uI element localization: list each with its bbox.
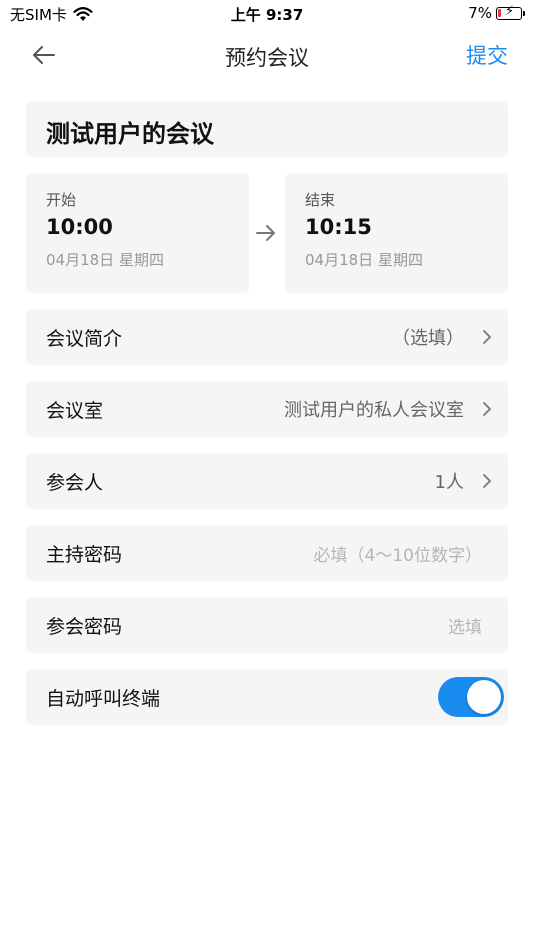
join-password-input[interactable]: 选填	[448, 613, 482, 638]
charging-bolt-icon: ⚡	[505, 3, 515, 19]
meeting-title-card[interactable]: 测试用户的会议	[26, 101, 508, 157]
join-password-row[interactable]: 参会密码 选填	[26, 597, 508, 653]
submit-button[interactable]: 提交	[466, 40, 508, 70]
participants-label: 参会人	[46, 471, 104, 494]
end-label: 结束	[305, 191, 336, 209]
meeting-room-label: 会议室	[46, 399, 104, 422]
host-password-input[interactable]: 必填（4～10位数字）	[314, 541, 482, 566]
participants-value: 1人	[434, 472, 464, 493]
arrow-right-icon	[256, 225, 275, 241]
participants-row[interactable]: 参会人 1人	[26, 453, 508, 509]
status-bar: 无SIM卡 上午 9:37 7% ⚡	[0, 0, 534, 28]
status-time: 上午 9:37	[230, 6, 304, 24]
chevron-right-icon	[483, 402, 491, 416]
meeting-room-value: 测试用户的私人会议室	[284, 400, 464, 421]
start-date: 04月18日 星期四	[46, 251, 164, 269]
meeting-intro-row[interactable]: 会议简介 （选填）	[26, 309, 508, 365]
toggle-knob	[467, 680, 501, 714]
meeting-intro-value: （选填）	[392, 328, 464, 349]
page-title: 预约会议	[225, 46, 309, 70]
start-time: 10:00	[46, 215, 113, 239]
meeting-room-row[interactable]: 会议室 测试用户的私人会议室	[26, 381, 508, 437]
join-password-label: 参会密码	[46, 615, 123, 638]
end-time: 10:15	[305, 215, 372, 239]
status-right: 7% ⚡	[468, 3, 525, 22]
chevron-right-icon	[483, 330, 491, 344]
meeting-intro-label: 会议简介	[46, 327, 123, 350]
end-time-card[interactable]: 结束 10:15 04月18日 星期四	[285, 173, 508, 293]
host-password-row[interactable]: 主持密码 必填（4～10位数字）	[26, 525, 508, 581]
end-date: 04月18日 星期四	[305, 251, 423, 269]
chevron-right-icon	[483, 474, 491, 488]
auto-call-row: 自动呼叫终端	[26, 669, 508, 725]
auto-call-label: 自动呼叫终端	[46, 687, 161, 710]
battery-icon: ⚡	[496, 3, 525, 20]
host-password-label: 主持密码	[46, 543, 123, 566]
start-label: 开始	[46, 191, 77, 209]
meeting-title-input[interactable]: 测试用户的会议	[46, 114, 214, 149]
battery-percent: 7%	[468, 4, 492, 22]
auto-call-toggle[interactable]	[438, 677, 504, 717]
nav-bar: 预约会议 提交	[0, 28, 534, 84]
start-time-card[interactable]: 开始 10:00 04月18日 星期四	[26, 173, 249, 293]
